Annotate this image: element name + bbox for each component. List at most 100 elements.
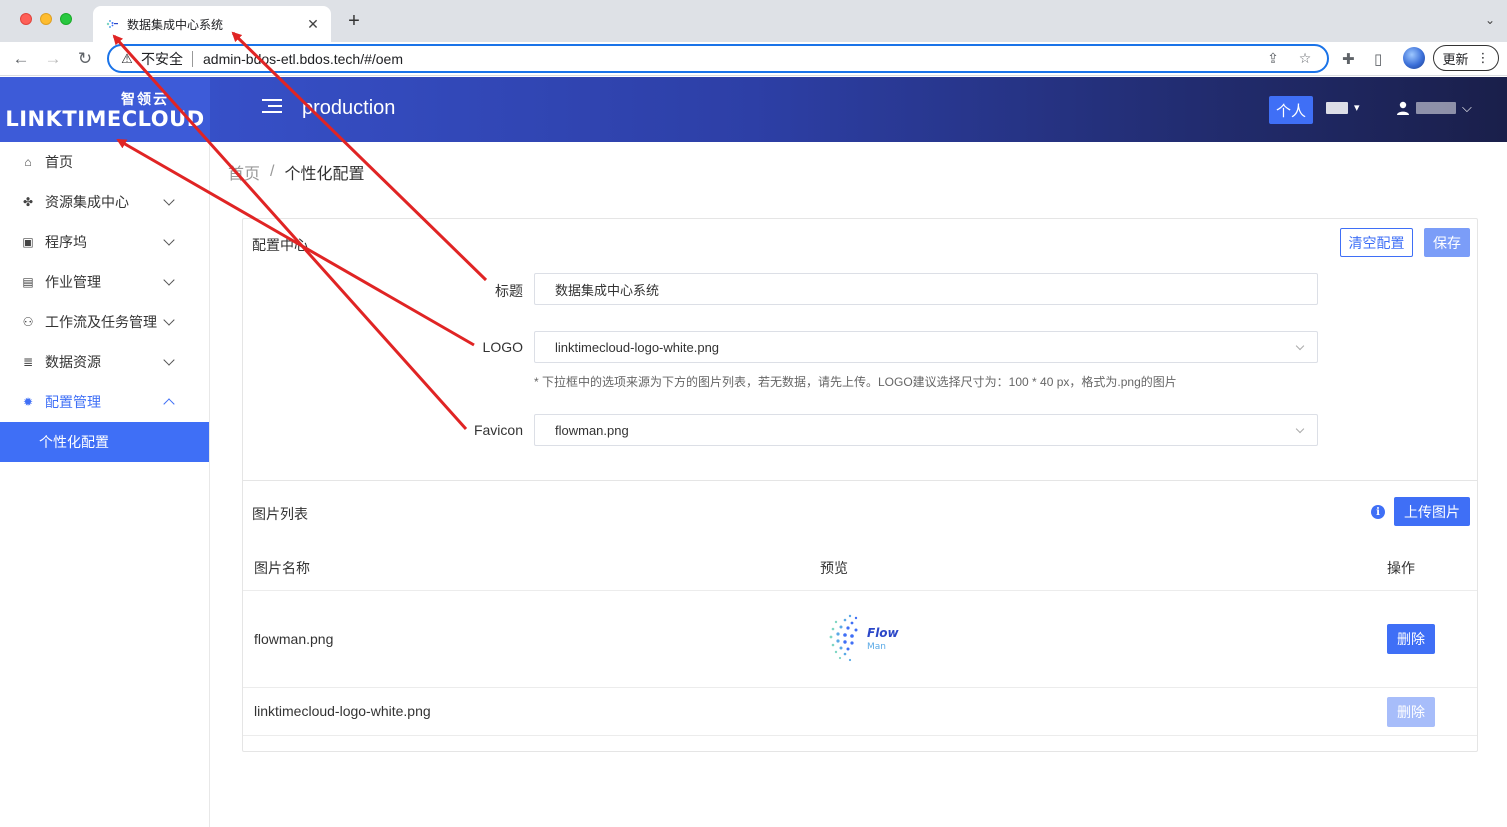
chevron-down-icon xyxy=(163,354,175,366)
logo-hint-text: * 下拉框中的选项来源为下方的图片列表，若无数据，请先上传。LOGO建议选择尺寸… xyxy=(534,375,1177,389)
flowman-favicon-icon xyxy=(105,17,119,31)
config-card: 配置中心 清空配置 保存 标题 数据集成中心系统 LOGO linktimecl… xyxy=(242,218,1478,752)
delete-button[interactable]: 删除 xyxy=(1387,624,1435,654)
update-button[interactable]: 更新 ⋮ xyxy=(1433,45,1499,71)
personal-button[interactable]: 个人 xyxy=(1269,96,1313,124)
warning-icon[interactable]: ⚠ xyxy=(119,51,135,67)
omnibox-divider xyxy=(192,50,193,67)
org-dropdown[interactable]: ▾ xyxy=(1326,101,1360,114)
flowman-logo-preview: Flow Man xyxy=(829,614,899,662)
new-tab-button[interactable]: + xyxy=(344,10,364,32)
section-divider xyxy=(243,480,1477,481)
sidebar-item-label: 程序坞 xyxy=(45,234,87,250)
table-row-divider xyxy=(243,687,1477,688)
user-icon xyxy=(1397,101,1409,115)
browser-tab-bar: 数据集成中心系统 ✕ + ⌄ xyxy=(0,0,1507,42)
extensions-puzzle-icon[interactable]: ✚ xyxy=(1342,50,1355,68)
table-row-divider xyxy=(243,735,1477,736)
app-logo[interactable]: 智领云 LINKTIMECLOUD xyxy=(0,77,210,142)
reload-icon[interactable]: ↻ xyxy=(74,48,96,70)
column-header-name: 图片名称 xyxy=(254,560,310,576)
window-zoom-button[interactable] xyxy=(60,13,72,25)
logo-field-label: LOGO xyxy=(482,339,523,355)
insecure-label[interactable]: 不安全 xyxy=(141,49,183,69)
sidebar-item-data-resources[interactable]: ≣ 数据资源 xyxy=(0,342,209,382)
chevron-down-icon xyxy=(163,274,175,286)
logo-english-text: LINKTIMECLOUD xyxy=(5,106,205,131)
window-close-button[interactable] xyxy=(20,13,32,25)
share-icon[interactable]: ⇪ xyxy=(1263,50,1283,67)
chevron-down-icon xyxy=(163,194,175,206)
image-name-cell: linktimecloud-logo-white.png xyxy=(254,703,431,719)
favicon-select[interactable]: flowman.png xyxy=(534,414,1318,446)
logo-select-value: linktimecloud-logo-white.png xyxy=(555,339,720,355)
chevron-down-icon xyxy=(163,314,175,326)
browser-toolbar: ← → ↻ ⚠ 不安全 admin-bdos-etl.bdos.tech/#/o… xyxy=(0,42,1507,76)
favicon-field-label: Favicon xyxy=(473,422,523,438)
sitemap-icon: ⚇ xyxy=(22,315,34,329)
title-input[interactable]: 数据集成中心系统 xyxy=(534,273,1318,305)
config-section-title: 配置中心 xyxy=(252,237,308,253)
address-bar[interactable]: ⚠ 不安全 admin-bdos-etl.bdos.tech/#/oem ⇪ ☆ xyxy=(107,44,1329,73)
sidebar-item-workflow[interactable]: ⚇ 工作流及任务管理 xyxy=(0,302,209,342)
sidebar-item-label: 作业管理 xyxy=(45,274,101,290)
breadcrumb-separator: / xyxy=(270,163,275,180)
side-panel-icon[interactable]: ▯ xyxy=(1374,50,1382,68)
sidebar-item-label: 首页 xyxy=(45,154,73,170)
sidebar-item-label: 资源集成中心 xyxy=(45,194,129,210)
sidebar-item-label: 配置管理 xyxy=(45,394,101,410)
sidebar-item-label: 数据资源 xyxy=(45,354,101,370)
sidebar-item-label: 工作流及任务管理 xyxy=(45,314,157,330)
sidebar-item-personalization[interactable]: 个性化配置 xyxy=(0,422,209,462)
sidebar: ⌂ 首页 ✤ 资源集成中心 ▣ 程序坞 ▤ 作业管理 ⚇ 工作流及任务管理 ≣ … xyxy=(0,142,210,827)
database-icon: ≣ xyxy=(22,355,34,369)
menu-collapse-icon[interactable] xyxy=(262,99,282,117)
chevron-down-icon xyxy=(1295,424,1305,434)
sidebar-item-dock[interactable]: ▣ 程序坞 xyxy=(0,222,209,262)
caret-down-icon: ▾ xyxy=(1354,102,1360,114)
tab-title: 数据集成中心系统 xyxy=(127,17,224,32)
sidebar-item-home[interactable]: ⌂ 首页 xyxy=(0,142,209,182)
sidebar-subitem-label: 个性化配置 xyxy=(39,434,109,450)
title-input-value: 数据集成中心系统 xyxy=(555,282,660,298)
browser-tab-active[interactable]: 数据集成中心系统 ✕ xyxy=(93,6,331,42)
window-minimize-button[interactable] xyxy=(40,13,52,25)
sidebar-item-config[interactable]: ✹ 配置管理 xyxy=(0,382,209,422)
tab-search-icon[interactable]: ⌄ xyxy=(1485,13,1495,27)
title-field-label: 标题 xyxy=(495,283,523,299)
breadcrumb-home-link[interactable]: 首页 xyxy=(228,160,260,184)
user-menu[interactable]: ⌵ xyxy=(1396,100,1472,116)
puzzle-icon: ✤ xyxy=(22,195,34,209)
logo-select[interactable]: linktimecloud-logo-white.png xyxy=(534,331,1318,363)
monitor-icon: ▣ xyxy=(22,235,34,249)
back-arrow-icon[interactable]: ← xyxy=(10,48,32,70)
chevron-down-icon xyxy=(163,234,175,246)
org-name-redacted xyxy=(1326,101,1348,114)
sidebar-item-jobs[interactable]: ▤ 作业管理 xyxy=(0,262,209,302)
forward-arrow-icon[interactable]: → xyxy=(42,48,64,70)
upload-image-button[interactable]: 上传图片 xyxy=(1394,497,1470,526)
tab-close-icon[interactable]: ✕ xyxy=(305,16,321,33)
flowman-logo-text-flow: Flow xyxy=(867,626,899,640)
image-name-cell: flowman.png xyxy=(254,631,334,647)
clear-config-button[interactable]: 清空配置 xyxy=(1340,228,1413,257)
save-button[interactable]: 保存 xyxy=(1424,228,1470,257)
update-button-label: 更新 xyxy=(1442,51,1469,67)
gear-icon: ✹ xyxy=(22,395,34,409)
delete-button-disabled[interactable]: 删除 xyxy=(1387,697,1435,727)
image-list-title: 图片列表 xyxy=(252,506,308,522)
profile-avatar-icon[interactable] xyxy=(1403,47,1425,69)
favicon-select-value: flowman.png xyxy=(555,422,629,438)
bookmark-star-icon[interactable]: ☆ xyxy=(1295,50,1315,67)
url-text[interactable]: admin-bdos-etl.bdos.tech/#/oem xyxy=(203,51,1263,67)
environment-name: production xyxy=(302,97,396,119)
more-menu-icon: ⋮ xyxy=(1476,50,1490,65)
breadcrumb: 首页 / 个性化配置 xyxy=(228,160,364,184)
info-icon[interactable]: i xyxy=(1371,505,1385,519)
flowman-logo-text-man: Man xyxy=(867,642,886,652)
table-header-divider xyxy=(243,590,1477,591)
chevron-down-icon xyxy=(1295,341,1305,351)
logo-chinese-text: 智领云 xyxy=(121,90,169,107)
sidebar-item-resource-center[interactable]: ✤ 资源集成中心 xyxy=(0,182,209,222)
chevron-down-icon: ⌵ xyxy=(1462,100,1472,115)
